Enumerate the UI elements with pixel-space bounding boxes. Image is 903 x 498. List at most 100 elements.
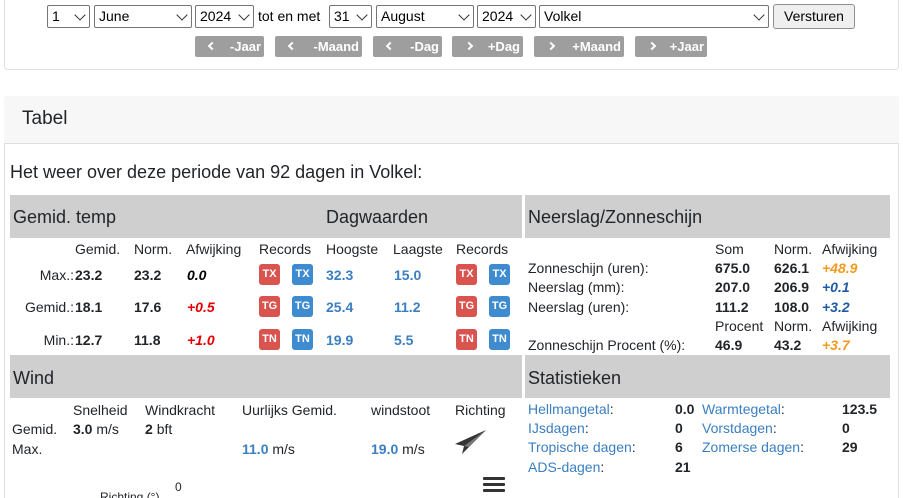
min-high[interactable]: 19.9 [326,332,353,348]
wind-header-hourly: Uurlijks Gemid. [242,402,337,418]
chevron-down-icon [458,9,470,21]
max-avg: 23.2 [75,267,103,283]
col-header-dev: Afwijking [186,241,242,257]
chevron-down-icon [74,9,86,21]
record-tn-red-badge-2[interactable]: TN [456,329,477,350]
stat-hellman-link[interactable]: Hellmangetal [528,401,610,417]
wind-avg-label: Gemid. [12,421,58,437]
chevron-down-icon [520,9,532,21]
rain-mm-norm: 206.9 [774,279,810,295]
wind-band-title: Wind [13,368,55,388]
next-day-button[interactable]: +Dag [452,36,523,57]
station-select[interactable]: Volkel [539,5,769,28]
wind-max-hourly: 11.0 m/s [242,441,295,457]
stat-tropical-days-link[interactable]: Tropische dagen [528,439,632,455]
stat-ads-days-value: 21 [675,459,691,475]
max-low[interactable]: 15.0 [394,267,421,283]
precip-band-title: Neerslag/Zonneschijn [528,207,703,227]
stats-band-title: Statistieken [528,368,622,388]
record-tx-blue-badge-2[interactable]: TX [489,264,510,285]
stat-warmth-value: 123.5 [842,401,878,417]
col-header-avg: Gemid. [75,241,121,257]
min-dev: +1.0 [187,332,215,348]
max-high[interactable]: 32.3 [326,267,353,283]
record-tx-red-badge[interactable]: TX [259,264,280,285]
rain-mm-label: Neerslag (mm): [528,279,625,295]
wind-header-gust: windstoot [371,402,431,418]
pct-header-norm: Norm. [774,318,813,334]
precip-header-dev: Afwijking [822,241,878,257]
end-year-select[interactable]: 2024 [477,5,536,28]
start-month-select[interactable]: June [94,5,192,28]
avg-high[interactable]: 25.4 [326,299,353,315]
record-tx-blue-badge[interactable]: TX [292,264,313,285]
start-year-select[interactable]: 2024 [195,5,254,28]
start-day-select[interactable]: 1 [47,5,90,28]
col-header-norm: Norm. [134,241,173,257]
wind-header-direction: Richting [455,402,506,418]
wind-avg-force: 2 bft [145,421,173,437]
wind-band [10,355,522,398]
chevron-right-icon [546,41,556,51]
rain-mm-sum: 207.0 [715,279,751,295]
chevron-down-icon [238,9,250,21]
record-tn-red-badge[interactable]: TN [259,329,280,350]
chevron-left-icon [385,41,395,51]
col-header-high: Hoogste [326,241,379,257]
avg-dev: +0.5 [187,299,215,315]
stat-warmth-link[interactable]: Warmtegetal [702,401,781,417]
submit-button[interactable]: Versturen [773,4,855,29]
pct-header-dev: Afwijking [822,318,878,334]
next-year-button[interactable]: +Jaar [635,36,707,57]
sun-pct-norm: 43.2 [774,337,802,353]
rain-hours-label: Neerslag (uren): [528,299,630,315]
record-tg-red-badge[interactable]: TG [259,296,280,317]
wind-max-label: Max. [12,441,43,457]
stat-ads-days-link[interactable]: ADS-dagen [528,459,600,475]
end-month-select[interactable]: August [376,5,474,28]
stat-tropical-days: Tropische dagen: [528,439,636,455]
range-separator: tot en met [258,8,321,24]
chevron-down-icon [356,9,368,21]
chevron-left-icon [287,41,297,51]
stat-hellman-value: 0.0 [675,401,695,417]
wind-max-gust: 19.0 m/s [371,441,425,457]
stat-ice-days-link[interactable]: IJsdagen [528,420,585,436]
wind-chart-zero: 0 [175,480,182,494]
avg-low[interactable]: 11.2 [394,299,420,315]
record-tg-red-badge-2[interactable]: TG [456,296,477,317]
wind-header-speed: Snelheid [73,402,128,418]
prev-day-button[interactable]: -Dag [373,36,442,57]
min-low[interactable]: 5.5 [394,332,413,348]
record-tg-blue-badge[interactable]: TG [292,296,313,317]
stat-ads-days: ADS-dagen: [528,459,605,475]
prev-month-button[interactable]: -Maand [275,36,362,57]
next-month-button[interactable]: +Maand [534,36,624,57]
hamburger-menu-icon[interactable] [483,476,505,494]
stat-ice-days: IJsdagen: [528,420,589,436]
min-norm: 11.8 [134,332,161,348]
end-day-select[interactable]: 31 [329,5,372,28]
record-tn-blue-badge-2[interactable]: TN [489,329,510,350]
col-header-low: Laagste [393,241,443,257]
paper-plane-arrow-icon [455,430,486,454]
rain-mm-dev: +0.1 [822,279,850,295]
daily-band-title: Dagwaarden [326,207,429,227]
wind-avg-speed: 3.0 m/s [73,421,119,437]
prev-year-button[interactable]: -Jaar [195,36,264,57]
stat-summer-days-link[interactable]: Zomerse dagen [702,439,800,455]
record-tg-blue-badge-2[interactable]: TG [489,296,510,317]
chevron-right-icon [464,41,474,51]
record-tx-red-badge-2[interactable]: TX [456,264,477,285]
precip-header-norm: Norm. [774,241,813,257]
col-header-records-2: Records [456,241,509,257]
section-title: Tabel [22,108,68,129]
stat-hellman: Hellmangetal: [528,401,614,417]
stat-frost-days-link[interactable]: Vorstdagen [702,420,773,436]
row-label-avg: Gemid.: [24,299,74,315]
row-label-max: Max.: [39,267,74,283]
stat-ice-days-value: 0 [675,420,683,436]
wind-chart-label: Richting (°) [100,490,160,498]
record-tn-blue-badge[interactable]: TN [292,329,313,350]
sun-hours-dev: +48.9 [822,260,858,276]
